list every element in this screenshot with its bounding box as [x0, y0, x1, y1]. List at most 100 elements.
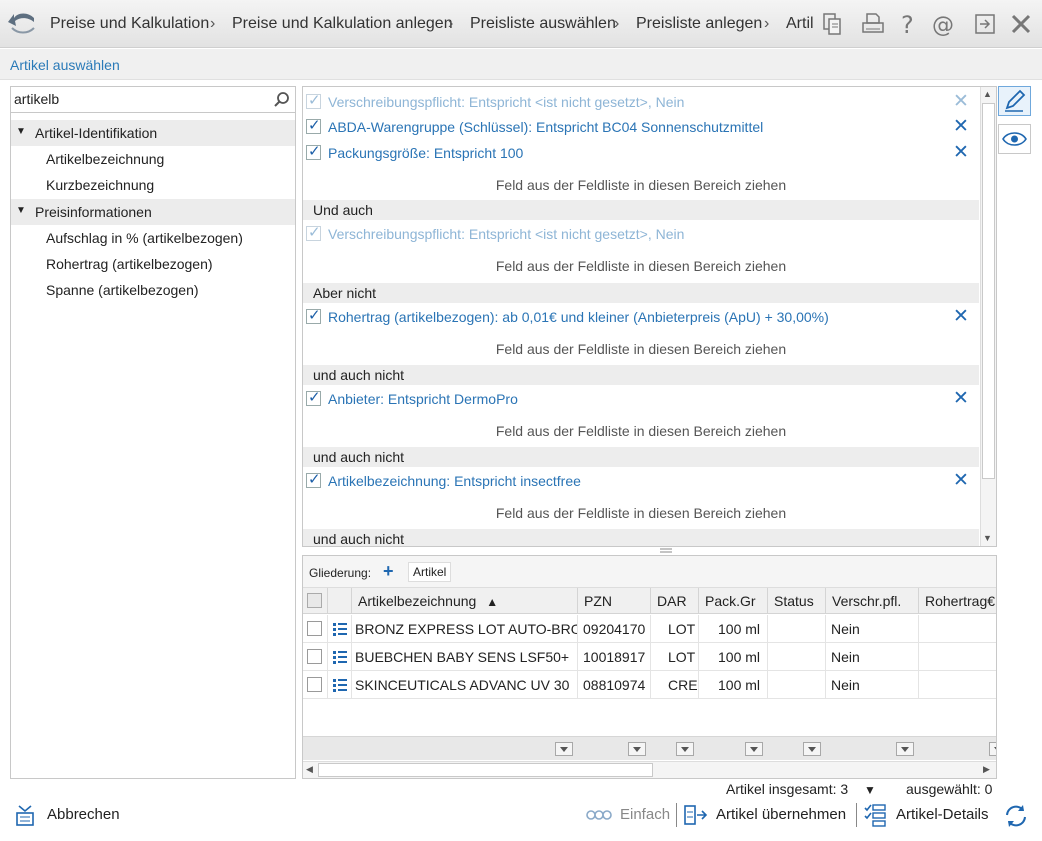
remove-condition-icon[interactable]: ✕ [953, 141, 969, 164]
checklist-icon[interactable] [863, 803, 887, 827]
scroll-right-arrow-icon[interactable]: ▶ [983, 764, 990, 775]
search-icon[interactable] [273, 91, 291, 109]
filter-condition-text[interactable]: Artikelbezeichnung: Entspricht insectfre… [328, 473, 581, 489]
tree-group-preisinformationen[interactable]: ▼ Preisinformationen [11, 199, 295, 225]
column-header-pzn[interactable]: PZN [578, 588, 651, 614]
filter-condition[interactable]: Packungsgröße: Entspricht 100 ✕ [303, 140, 979, 166]
filter-condition-text[interactable]: Rohertrag (artikelbezogen): ab 0,01€ und… [328, 309, 829, 325]
table-row[interactable]: BRONZ EXPRESS LOT AUTO-BRO 09204170 LOT … [303, 615, 996, 643]
edit-mode-tab[interactable] [998, 86, 1031, 116]
remove-condition-icon[interactable]: ✕ [953, 469, 969, 492]
cancel-icon[interactable] [14, 803, 38, 827]
filter-condition-text[interactable]: Verschreibungspflicht: Entspricht <ist n… [328, 226, 684, 242]
filter-condition-text[interactable]: Packungsgröße: Entspricht 100 [328, 145, 523, 161]
filter-condition[interactable]: ABDA-Warengruppe (Schlüssel): Entspricht… [303, 114, 979, 140]
tree-item-spanne[interactable]: Spanne (artikelbezogen) [46, 282, 199, 298]
breadcrumb-item[interactable]: Preise und Kalkulation anlegen [232, 15, 453, 33]
drop-zone-hint[interactable]: Feld aus der Feldliste in diesen Bereich… [303, 177, 979, 193]
column-filter-dropdown[interactable] [896, 742, 914, 756]
filter-checkbox[interactable] [306, 470, 321, 488]
tree-item-aufschlag[interactable]: Aufschlag in % (artikelbezogen) [46, 230, 243, 246]
take-over-icon[interactable] [683, 803, 709, 827]
breadcrumb-item[interactable]: Preisliste auswählen [470, 15, 616, 33]
filter-checkbox[interactable] [306, 116, 321, 134]
tree-item-artikelbezeichnung[interactable]: Artikelbezeichnung [46, 151, 164, 167]
drop-zone-hint[interactable]: Feld aus der Feldliste in diesen Bereich… [303, 505, 979, 521]
close-icon[interactable] [1008, 11, 1034, 37]
simple-button[interactable]: Einfach [620, 806, 670, 826]
breadcrumb-item[interactable]: Preise und Kalkulation [50, 15, 209, 33]
filter-checkbox[interactable] [306, 306, 321, 324]
column-header-dar[interactable]: DAR [651, 588, 699, 614]
remove-condition-icon[interactable]: ✕ [953, 115, 969, 138]
add-grouping-icon[interactable]: + [383, 561, 394, 582]
tree-item-rohertrag[interactable]: Rohertrag (artikelbezogen) [46, 256, 213, 272]
breadcrumb-item[interactable]: Artil [786, 15, 814, 33]
row-checkbox[interactable] [307, 677, 322, 692]
total-count-dropdown-icon[interactable]: ▼ [864, 783, 876, 797]
column-header-status[interactable]: Status [768, 588, 826, 614]
horizontal-scrollbar[interactable]: ◀ ▶ [303, 761, 996, 778]
search-input[interactable] [11, 87, 261, 111]
list-details-icon[interactable] [328, 649, 352, 669]
row-checkbox[interactable] [307, 621, 322, 636]
scroll-down-arrow-icon[interactable]: ▼ [983, 533, 992, 543]
splitter-grip-icon[interactable] [660, 548, 672, 554]
drop-zone-hint[interactable]: Feld aus der Feldliste in diesen Bereich… [303, 341, 979, 357]
select-all-column[interactable] [303, 588, 328, 614]
exit-window-icon[interactable] [972, 11, 998, 37]
collapse-triangle-icon[interactable]: ▼ [16, 126, 26, 137]
at-icon[interactable]: @ [931, 11, 957, 37]
filter-checkbox[interactable] [306, 91, 321, 109]
table-row[interactable]: SKINCEUTICALS ADVANC UV 30 08810974 CRE … [303, 671, 996, 699]
filter-checkbox[interactable] [306, 223, 321, 241]
filter-condition-text[interactable]: ABDA-Warengruppe (Schlüssel): Entspricht… [328, 119, 763, 135]
refresh-icon[interactable] [1003, 803, 1029, 829]
scrollbar-thumb[interactable] [318, 763, 653, 777]
preview-tab[interactable] [998, 124, 1031, 154]
column-filter-dropdown[interactable] [989, 742, 996, 756]
filter-condition[interactable]: Rohertrag (artikelbezogen): ab 0,01€ und… [303, 304, 979, 330]
column-header-rohertrag[interactable]: Rohertrag€ [919, 588, 996, 614]
back-arrow-icon[interactable] [6, 8, 38, 40]
filter-checkbox[interactable] [306, 388, 321, 406]
filter-condition-text[interactable]: Verschreibungspflicht: Entspricht <ist n… [328, 94, 684, 110]
column-filter-dropdown[interactable] [628, 742, 646, 756]
help-icon[interactable]: ? [895, 11, 921, 37]
article-details-button[interactable]: Artikel-Details [896, 806, 989, 826]
remove-condition-icon[interactable]: ✕ [953, 305, 969, 328]
filter-condition[interactable]: Artikelbezeichnung: Entspricht insectfre… [303, 468, 979, 494]
row-checkbox[interactable] [307, 649, 322, 664]
scrollbar-thumb[interactable] [982, 103, 995, 479]
breadcrumb-item[interactable]: Preisliste anlegen [636, 15, 762, 33]
select-all-checkbox[interactable] [307, 593, 322, 608]
column-header-artikelbezeichnung[interactable]: Artikelbezeichnung ▲ [352, 588, 578, 614]
remove-condition-icon[interactable]: ✕ [953, 90, 969, 113]
column-header-verschrpfl[interactable]: Verschr.pfl. [826, 588, 919, 614]
column-filter-dropdown[interactable] [676, 742, 694, 756]
copy-icon[interactable] [820, 11, 846, 37]
table-row[interactable]: BUEBCHEN BABY SENS LSF50+ 10018917 LOT 1… [303, 643, 996, 671]
scroll-up-arrow-icon[interactable]: ▲ [983, 89, 992, 99]
filter-condition[interactable]: Verschreibungspflicht: Entspricht <ist n… [303, 89, 979, 115]
scroll-left-arrow-icon[interactable]: ◀ [306, 764, 313, 775]
filter-condition-text[interactable]: Anbieter: Entspricht DermoPro [328, 391, 518, 407]
filter-condition[interactable]: Verschreibungspflicht: Entspricht <ist n… [303, 221, 979, 247]
remove-condition-icon[interactable]: ✕ [953, 387, 969, 410]
column-filter-dropdown[interactable] [745, 742, 763, 756]
drop-zone-hint[interactable]: Feld aus der Feldliste in diesen Bereich… [303, 423, 979, 439]
vertical-scrollbar[interactable]: ▲ ▼ [980, 87, 996, 546]
list-details-icon[interactable] [328, 677, 352, 697]
drop-zone-hint[interactable]: Feld aus der Feldliste in diesen Bereich… [303, 258, 979, 274]
tree-group-artikel-identifikation[interactable]: ▼ Artikel-Identifikation [11, 120, 295, 146]
print-icon[interactable] [860, 11, 886, 37]
cancel-button[interactable]: Abbrechen [47, 806, 120, 826]
filter-checkbox[interactable] [306, 142, 321, 160]
collapse-triangle-icon[interactable]: ▼ [16, 205, 26, 216]
tree-item-kurzbezeichnung[interactable]: Kurzbezeichnung [46, 177, 154, 193]
column-header-packgr[interactable]: Pack.Gr [699, 588, 768, 614]
take-over-button[interactable]: Artikel übernehmen [716, 806, 846, 826]
filter-condition[interactable]: Anbieter: Entspricht DermoPro ✕ [303, 386, 979, 412]
list-details-icon[interactable] [328, 621, 352, 641]
column-filter-dropdown[interactable] [803, 742, 821, 756]
